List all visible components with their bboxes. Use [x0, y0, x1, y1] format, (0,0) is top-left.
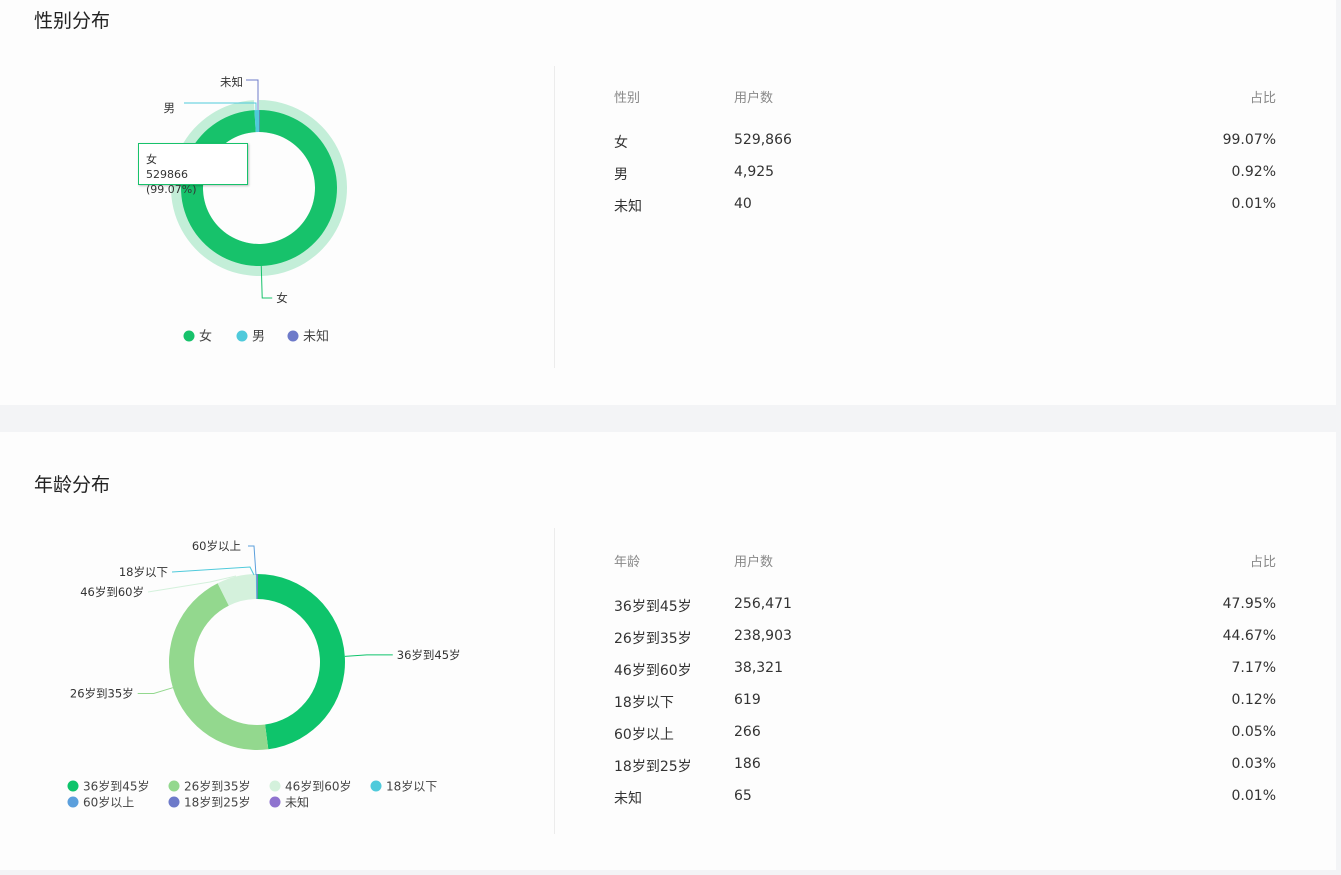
legend-marker[interactable]: [269, 780, 281, 792]
legend-item[interactable]: 60岁以上: [83, 795, 134, 810]
table-cell: 60岁以上: [614, 727, 674, 743]
table-row: 46岁到60岁 38,321 7.17%: [614, 660, 1276, 680]
table-header: 性别 用户数 占比: [614, 87, 1276, 107]
pie-slice[interactable]: [169, 583, 269, 750]
table-cell: 未知: [614, 199, 642, 215]
legend-item[interactable]: 46岁到60岁: [285, 779, 352, 794]
table-cell: 238,903: [734, 628, 792, 644]
legend-item[interactable]: 26岁到35岁: [184, 779, 251, 794]
slice-label: 36岁到45岁: [397, 648, 461, 662]
table-row: 18岁到25岁 186 0.03%: [614, 756, 1276, 776]
table-header: 年龄 用户数 占比: [614, 551, 1276, 571]
age-panel: 年龄分布 36岁到45岁 26岁到35岁 36岁到45岁 26岁到35岁 46岁到60岁…: [0, 432, 1336, 870]
slice-label: 46岁到60岁: [80, 585, 144, 599]
table-cell: 7.17%: [1231, 660, 1276, 676]
legend-marker[interactable]: [370, 780, 382, 792]
label-line: [344, 654, 393, 657]
legend-marker[interactable]: [168, 780, 180, 792]
legend-item[interactable]: 未知: [285, 796, 309, 810]
table-cell: 0.01%: [1231, 196, 1276, 212]
column-header: 用户数: [734, 91, 774, 106]
legend-item[interactable]: 男: [252, 330, 265, 345]
legend-marker[interactable]: [269, 796, 281, 808]
tooltip-name: 女: [146, 153, 157, 166]
gender-donut-chart[interactable]: 女女男未知男未知: [0, 0, 554, 400]
table-row: 男 4,925 0.92%: [614, 164, 1276, 184]
label-line: [137, 687, 173, 695]
table-cell: 38,321: [734, 660, 783, 676]
slice-label: 60岁以上: [192, 539, 241, 553]
age-donut-chart[interactable]: 36岁到45岁 26岁到35岁 36岁到45岁 26岁到35岁 46岁到60岁 18岁以下…: [0, 432, 554, 862]
table-cell: 619: [734, 692, 761, 708]
panel-divider: [554, 66, 555, 368]
table-cell: 46岁到60岁: [614, 663, 692, 679]
table-cell: 0.05%: [1231, 724, 1276, 740]
column-header: 用户数: [734, 555, 774, 570]
column-header: 性别: [614, 91, 641, 106]
table-cell: 266: [734, 724, 761, 740]
table-cell: 256,471: [734, 596, 792, 612]
slice-label: 女: [276, 291, 288, 305]
table-cell: 0.03%: [1231, 756, 1276, 772]
slice-label: 18岁以下: [119, 565, 168, 579]
table-cell: 未知: [614, 791, 642, 807]
table-cell: 44.67%: [1222, 628, 1276, 644]
table-row: 36岁到45岁 256,471 47.95%: [614, 596, 1276, 616]
legend-item[interactable]: 未知: [303, 329, 329, 345]
table-row: 26岁到35岁 238,903 44.67%: [614, 628, 1276, 648]
table-cell: 65: [734, 788, 752, 804]
table-cell: 18岁以下: [614, 695, 674, 711]
legend-marker[interactable]: [287, 330, 299, 342]
legend-marker[interactable]: [183, 330, 195, 342]
legend-marker[interactable]: [67, 780, 79, 792]
table-cell: 40: [734, 196, 752, 212]
table-cell: 男: [614, 167, 628, 183]
table-cell: 0.92%: [1231, 164, 1276, 180]
panel-divider: [554, 528, 555, 834]
legend-marker[interactable]: [168, 796, 180, 808]
slice-label: 男: [164, 101, 176, 115]
table-cell: 36岁到45岁: [614, 599, 692, 615]
table-row: 女 529,866 99.07%: [614, 132, 1276, 152]
pie-slice[interactable]: [257, 574, 345, 750]
legend-item[interactable]: 女: [199, 329, 212, 345]
table-cell: 4,925: [734, 164, 775, 180]
table-cell: 0.01%: [1231, 788, 1276, 804]
table-cell: 529,866: [734, 132, 792, 148]
table-cell: 186: [734, 756, 761, 772]
legend-item[interactable]: 18岁到25岁: [184, 795, 251, 810]
slice-label: 26岁到35岁: [70, 687, 134, 701]
column-header: 占比: [1249, 555, 1276, 570]
legend-item[interactable]: 18岁以下: [386, 779, 437, 794]
table-row: 未知 65 0.01%: [614, 788, 1276, 808]
label-line: [171, 566, 255, 576]
table-cell: 99.07%: [1222, 132, 1276, 148]
table-cell: 女: [614, 135, 628, 151]
chart-tooltip: 女 529866 (99.07%): [138, 143, 248, 196]
legend-marker[interactable]: [236, 330, 248, 342]
legend-item[interactable]: 36岁到45岁: [83, 779, 150, 794]
gender-panel: 性别分布 女女男未知男未知 女 529866 (99.07%) 性别 用户数 占比女…: [0, 0, 1336, 405]
column-header: 占比: [1249, 91, 1276, 106]
table-row: 60岁以上 266 0.05%: [614, 724, 1276, 744]
table-cell: 18岁到25岁: [614, 759, 692, 775]
legend-marker[interactable]: [67, 796, 79, 808]
column-header: 年龄: [614, 555, 641, 570]
table-cell: 47.95%: [1222, 596, 1276, 612]
table-cell: 26岁到35岁: [614, 631, 692, 647]
table-row: 未知 40 0.01%: [614, 196, 1276, 216]
table-row: 18岁以下 619 0.12%: [614, 692, 1276, 712]
table-cell: 0.12%: [1231, 692, 1276, 708]
tooltip-value: 529866 (99.07%): [146, 168, 197, 196]
slice-label: 未知: [220, 75, 243, 89]
